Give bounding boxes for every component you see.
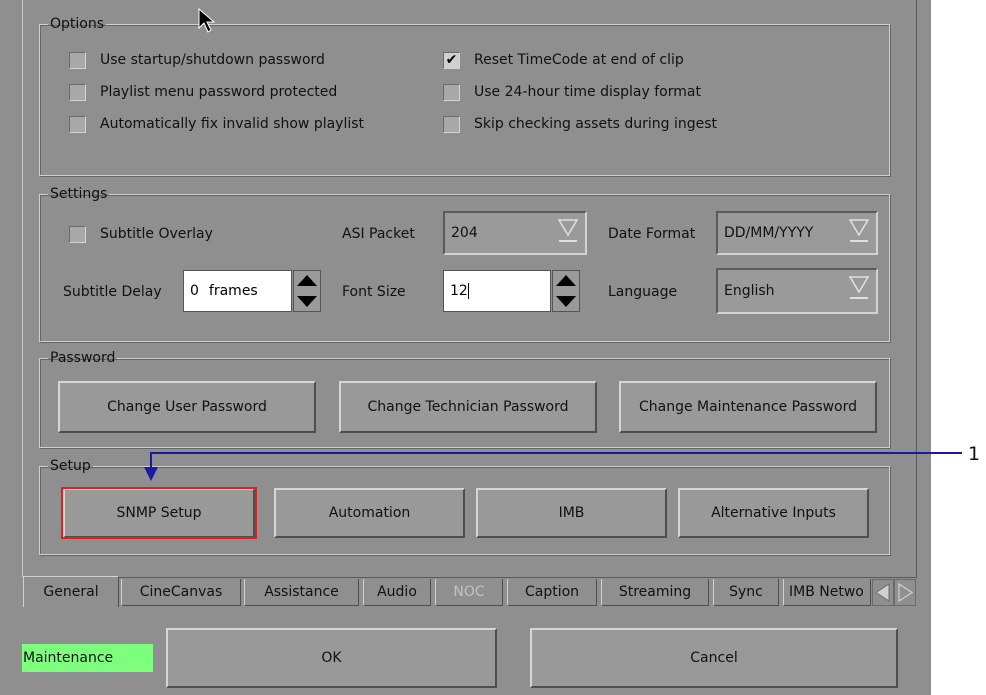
callout-number: 1	[968, 443, 981, 465]
callout-arrow	[144, 452, 962, 481]
mouse-pointer-icon	[198, 8, 216, 33]
